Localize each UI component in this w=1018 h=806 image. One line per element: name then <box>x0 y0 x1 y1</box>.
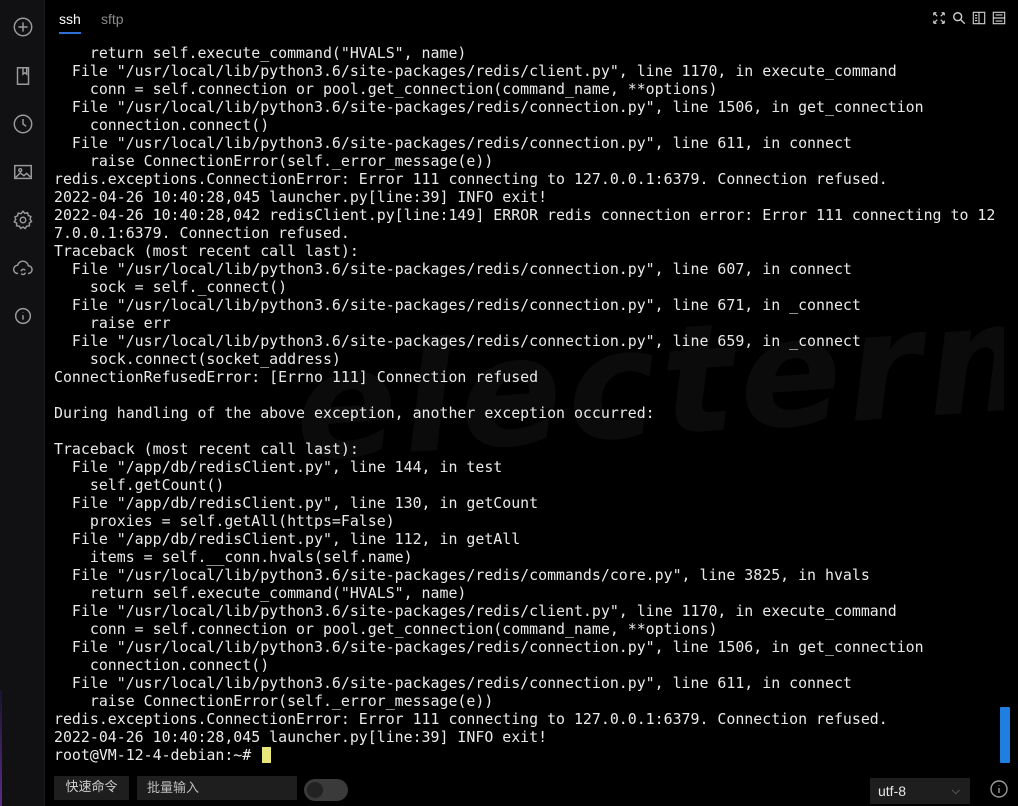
terminal-line: self.getCount() <box>54 476 225 494</box>
sidebar-accent-edge <box>0 690 2 806</box>
terminal-line: redis.exceptions.ConnectionError: Error … <box>54 710 888 728</box>
history-icon[interactable] <box>10 111 36 137</box>
terminal-line: File "/usr/local/lib/python3.6/site-pack… <box>54 296 861 314</box>
tab-bar: ssh sftp <box>45 0 1018 40</box>
batch-input[interactable] <box>137 776 297 800</box>
terminal-output[interactable]: electerm return self.execute_command("HV… <box>54 44 1004 768</box>
terminal-line: connection.connect() <box>54 656 270 674</box>
terminal-line: return self.execute_command("HVALS", nam… <box>54 44 467 62</box>
terminal-line: File "/usr/local/lib/python3.6/site-pack… <box>54 260 852 278</box>
split-horizontal-icon[interactable] <box>991 10 1007 26</box>
quick-command-button[interactable]: 快速命令 <box>54 776 129 800</box>
terminal-toolbar <box>931 10 1007 26</box>
prompt-line: root@VM-12-4-debian:~# <box>54 746 1004 764</box>
shell-prompt: root@VM-12-4-debian:~# <box>54 746 261 764</box>
bottom-bar: 快速命令 utf-8 ⌵ <box>45 770 1018 806</box>
settings-icon[interactable] <box>10 207 36 233</box>
terminal-line: File "/usr/local/lib/python3.6/site-pack… <box>54 62 897 80</box>
sidebar <box>0 0 45 806</box>
terminal-line: raise err <box>54 314 171 332</box>
fullscreen-icon[interactable] <box>931 10 947 26</box>
terminal-line: proxies = self.getAll(https=False) <box>54 512 395 530</box>
terminal-line: File "/usr/local/lib/python3.6/site-pack… <box>54 602 897 620</box>
tab-ssh[interactable]: ssh <box>59 11 81 34</box>
terminal-line: File "/usr/local/lib/python3.6/site-pack… <box>54 134 852 152</box>
image-icon[interactable] <box>10 159 36 185</box>
terminal-line: conn = self.connection or pool.get_conne… <box>54 620 718 638</box>
chevron-down-icon: ⌵ <box>951 785 960 797</box>
terminal-line: File "/usr/local/lib/python3.6/site-pack… <box>54 638 924 656</box>
encoding-select[interactable]: utf-8 ⌵ <box>870 778 970 804</box>
terminal-line: raise ConnectionError(self._error_messag… <box>54 152 494 170</box>
terminal-line: ConnectionRefusedError: [Errno 111] Conn… <box>54 368 539 386</box>
terminal-line: sock.connect(socket_address) <box>54 350 341 368</box>
terminal-line: File "/app/db/redisClient.py", line 112,… <box>54 530 521 548</box>
terminal-line: connection.connect() <box>54 116 270 134</box>
terminal-lines: return self.execute_command("HVALS", nam… <box>54 44 1004 764</box>
terminal-line: items = self.__conn.hvals(self.name) <box>54 548 413 566</box>
terminal-line: return self.execute_command("HVALS", nam… <box>54 584 467 602</box>
terminal-line: File "/usr/local/lib/python3.6/site-pack… <box>54 98 924 116</box>
terminal-line: File "/usr/local/lib/python3.6/site-pack… <box>54 674 852 692</box>
encoding-value: utf-8 <box>878 783 907 799</box>
terminal-line: Traceback (most recent call last): <box>54 440 359 458</box>
toggle-knob <box>307 782 323 798</box>
bookmark-icon[interactable] <box>10 63 36 89</box>
split-vertical-icon[interactable] <box>971 10 987 26</box>
terminal-app-window: ssh sftp electerm return self.execute_co… <box>0 0 1018 806</box>
info-icon[interactable] <box>10 303 36 329</box>
terminal-line: conn = self.connection or pool.get_conne… <box>54 80 718 98</box>
info-icon[interactable] <box>989 779 1009 799</box>
terminal-line: During handling of the above exception, … <box>54 404 655 422</box>
terminal-line: File "/app/db/redisClient.py", line 130,… <box>54 494 539 512</box>
cloud-sync-icon[interactable] <box>10 255 36 281</box>
terminal-line: 7.0.0.1:6379. Connection refused. <box>54 224 350 242</box>
tab-sftp[interactable]: sftp <box>101 11 124 32</box>
terminal-line: 2022-04-26 10:40:28,042 redisClient.py[l… <box>54 206 996 224</box>
search-icon[interactable] <box>951 10 967 26</box>
terminal-line: Traceback (most recent call last): <box>54 242 359 260</box>
add-icon[interactable] <box>10 14 36 40</box>
terminal-line: 2022-04-26 10:40:28,045 launcher.py[line… <box>54 728 548 746</box>
terminal-line: 2022-04-26 10:40:28,045 launcher.py[line… <box>54 188 548 206</box>
terminal-line: File "/app/db/redisClient.py", line 144,… <box>54 458 503 476</box>
terminal-line: File "/usr/local/lib/python3.6/site-pack… <box>54 332 861 350</box>
batch-toggle[interactable] <box>304 779 348 801</box>
terminal-line: raise ConnectionError(self._error_messag… <box>54 692 494 710</box>
terminal-cursor <box>262 747 272 763</box>
terminal-line: redis.exceptions.ConnectionError: Error … <box>54 170 888 188</box>
terminal-scrollbar[interactable] <box>1000 707 1010 763</box>
terminal-line: File "/usr/local/lib/python3.6/site-pack… <box>54 566 870 584</box>
terminal-line: sock = self._connect() <box>54 278 288 296</box>
